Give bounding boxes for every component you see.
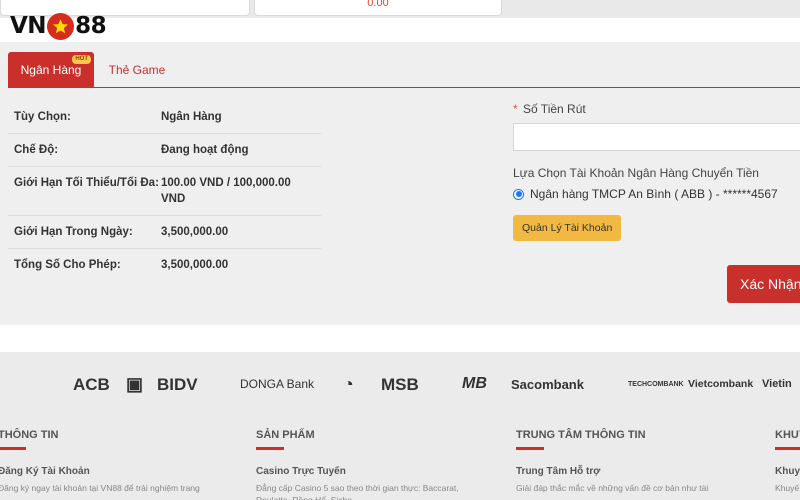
bank-select-title: Lựa Chọn Tài Khoản Ngân Hàng Chuyển Tiền <box>513 166 759 180</box>
footer-title-bar <box>516 447 544 450</box>
manage-accounts-button[interactable]: Quản Lý Tài Khoản <box>513 215 622 241</box>
bank-logo-text: TECHCOMBANK <box>628 380 684 388</box>
withdraw-panel: Ngân Hàng HOT Thẻ Game Tùy Chọn: Ngân Hà… <box>0 42 800 325</box>
tab-bank-label: Ngân Hàng <box>20 63 82 77</box>
bank-logo-agribank: ▣ <box>126 366 143 402</box>
footer-col-promotions: KHUY Khuyế Khuyế <box>775 429 800 494</box>
bank-logo-acb: ACB <box>73 366 110 402</box>
bank-logo-text: DONGA Bank <box>240 377 315 391</box>
bank-logo-vietinbank: Vietin <box>762 366 792 402</box>
footer-col-title: THÔNG TIN <box>0 429 59 441</box>
footer-col-help-center: TRUNG TÂM THÔNG TIN Trung Tâm Hỗ trợ Giả… <box>516 429 746 494</box>
bank-logo-mb: MB <box>462 366 487 402</box>
footer-link[interactable]: Đăng Ký Tài Khoản <box>0 466 228 477</box>
info-value: 100.00 VND / 100,000.00 VND <box>161 177 291 205</box>
bank-logo-kienlong: ◔ <box>343 366 354 402</box>
footer-desc: Đẳng cấp Casino 5 sao theo thời gian thự… <box>256 483 459 500</box>
bank-logo-msb: MSB <box>381 366 419 402</box>
bank-logo-text: Sacombank <box>511 376 584 392</box>
hot-badge: HOT <box>72 55 91 64</box>
bank-logo-text: BIDV <box>157 374 198 394</box>
bank-logo-text: ACB <box>73 374 110 394</box>
footer-col-products: SẢN PHẨM Casino Trực Tuyến Đẳng cấp Casi… <box>256 429 486 500</box>
info-value: Đang hoạt động <box>161 144 249 156</box>
bank-logo-sacombank: Sacombank <box>511 366 584 402</box>
footer-col-info: THÔNG TIN Đăng Ký Tài Khoản Đăng ký ngay… <box>0 429 228 494</box>
amount-label: * Số Tiền Rút <box>513 102 800 116</box>
footer-title-bar <box>0 447 26 450</box>
confirm-withdraw-button[interactable]: Xác Nhận <box>727 265 800 303</box>
info-value: Ngân Hàng <box>161 111 222 123</box>
tab-bank[interactable]: Ngân Hàng HOT <box>8 52 94 88</box>
bank-account-option[interactable]: Ngân hàng TMCP An Bình ( ABB ) - ******4… <box>513 187 800 201</box>
info-row-total-allowed: Tổng Số Cho Phép: 3,500,000.00 <box>8 249 321 281</box>
footer-title-bar <box>775 447 800 450</box>
bank-logo-techcombank: TECHCOMBANK <box>628 366 684 402</box>
bank-logo-text: MB <box>462 375 487 392</box>
balance-card-secondary[interactable]: 0.00 <box>254 0 502 16</box>
vn88-logo[interactable]: VN 88 <box>10 10 107 42</box>
balance-card-secondary-value: 0.00 <box>367 0 389 9</box>
bank-logo-text: Vietin <box>762 377 792 390</box>
tab-divider <box>8 87 800 88</box>
required-mark: * <box>513 102 518 116</box>
footer-col-title: SẢN PHẨM <box>256 429 315 441</box>
info-row-option: Tùy Chọn: Ngân Hàng <box>8 101 321 134</box>
bank-logos-row: ACB ▣ BIDV DONGA Bank ◔ MSB MB Sacombank… <box>0 366 800 402</box>
section-gap <box>0 325 800 352</box>
radio-selected-icon[interactable] <box>513 188 524 200</box>
tab-game-card[interactable]: Thẻ Game <box>94 52 180 88</box>
bank-logo-text: Vietcombank <box>688 377 754 390</box>
logo-text-left: VN <box>10 13 47 39</box>
bank-logo-vietcombank: Vietcombank <box>688 366 753 402</box>
tab-game-card-label: Thẻ Game <box>108 63 166 77</box>
amount-label-text: Số Tiền Rút <box>523 102 586 116</box>
info-row-daily-limit: Giới Hạn Trong Ngày: 3,500,000.00 <box>8 216 321 249</box>
top-cards-strip: 0.00 <box>0 0 800 18</box>
info-row-mode: Chế Độ: Đang hoạt động <box>8 134 321 167</box>
bank-logo-text: ▣ <box>126 374 144 394</box>
info-label: Tổng Số Cho Phép: <box>14 259 121 271</box>
withdraw-info-table: Tùy Chọn: Ngân Hàng Chế Độ: Đang hoạt độ… <box>8 101 321 281</box>
bank-logo-bidv: BIDV <box>157 366 198 402</box>
withdraw-method-tabs: Ngân Hàng HOT Thẻ Game <box>8 52 180 88</box>
footer-col-title: KHUY <box>775 429 800 441</box>
footer-link[interactable]: Khuyế <box>775 466 800 477</box>
bank-logo-text: MSB <box>381 374 419 394</box>
footer-col-title: TRUNG TÂM THÔNG TIN <box>516 429 646 441</box>
amount-input[interactable] <box>513 123 800 151</box>
info-label: Chế Độ: <box>14 144 59 156</box>
footer-title-bar <box>256 447 284 450</box>
info-label: Giới Hạn Tối Thiểu/Tối Đa: <box>14 177 159 189</box>
footer-desc: Giải đáp thắc mắc về những vấn đề cơ bản… <box>516 483 709 493</box>
logo-text-right: 88 <box>75 13 107 39</box>
bank-logo-text: ◔ <box>343 374 354 394</box>
footer-desc: Khuyế <box>775 483 800 493</box>
info-value: 3,500,000.00 <box>161 259 229 271</box>
footer-link[interactable]: Trung Tâm Hỗ trợ <box>516 466 746 477</box>
info-label: Giới Hạn Trong Ngày: <box>14 226 133 238</box>
footer-desc: Đăng ký ngay tài khoản tại VN88 để trải … <box>0 483 200 493</box>
bank-account-label: Ngân hàng TMCP An Bình ( ABB ) - ******4… <box>530 187 778 201</box>
bank-logo-donga: DONGA Bank <box>240 366 314 402</box>
star-icon <box>47 12 75 40</box>
info-row-min-max: Giới Hạn Tối Thiểu/Tối Đa: 100.00 VND / … <box>8 167 321 216</box>
footer-link[interactable]: Casino Trực Tuyến <box>256 466 486 477</box>
info-value: 3,500,000.00 <box>161 226 229 238</box>
info-label: Tùy Chọn: <box>14 111 71 123</box>
withdraw-form: * Số Tiền Rút Lựa Chọn Tài Khoản Ngân Hà… <box>513 102 800 241</box>
footer: ACB ▣ BIDV DONGA Bank ◔ MSB MB Sacombank… <box>0 352 800 500</box>
